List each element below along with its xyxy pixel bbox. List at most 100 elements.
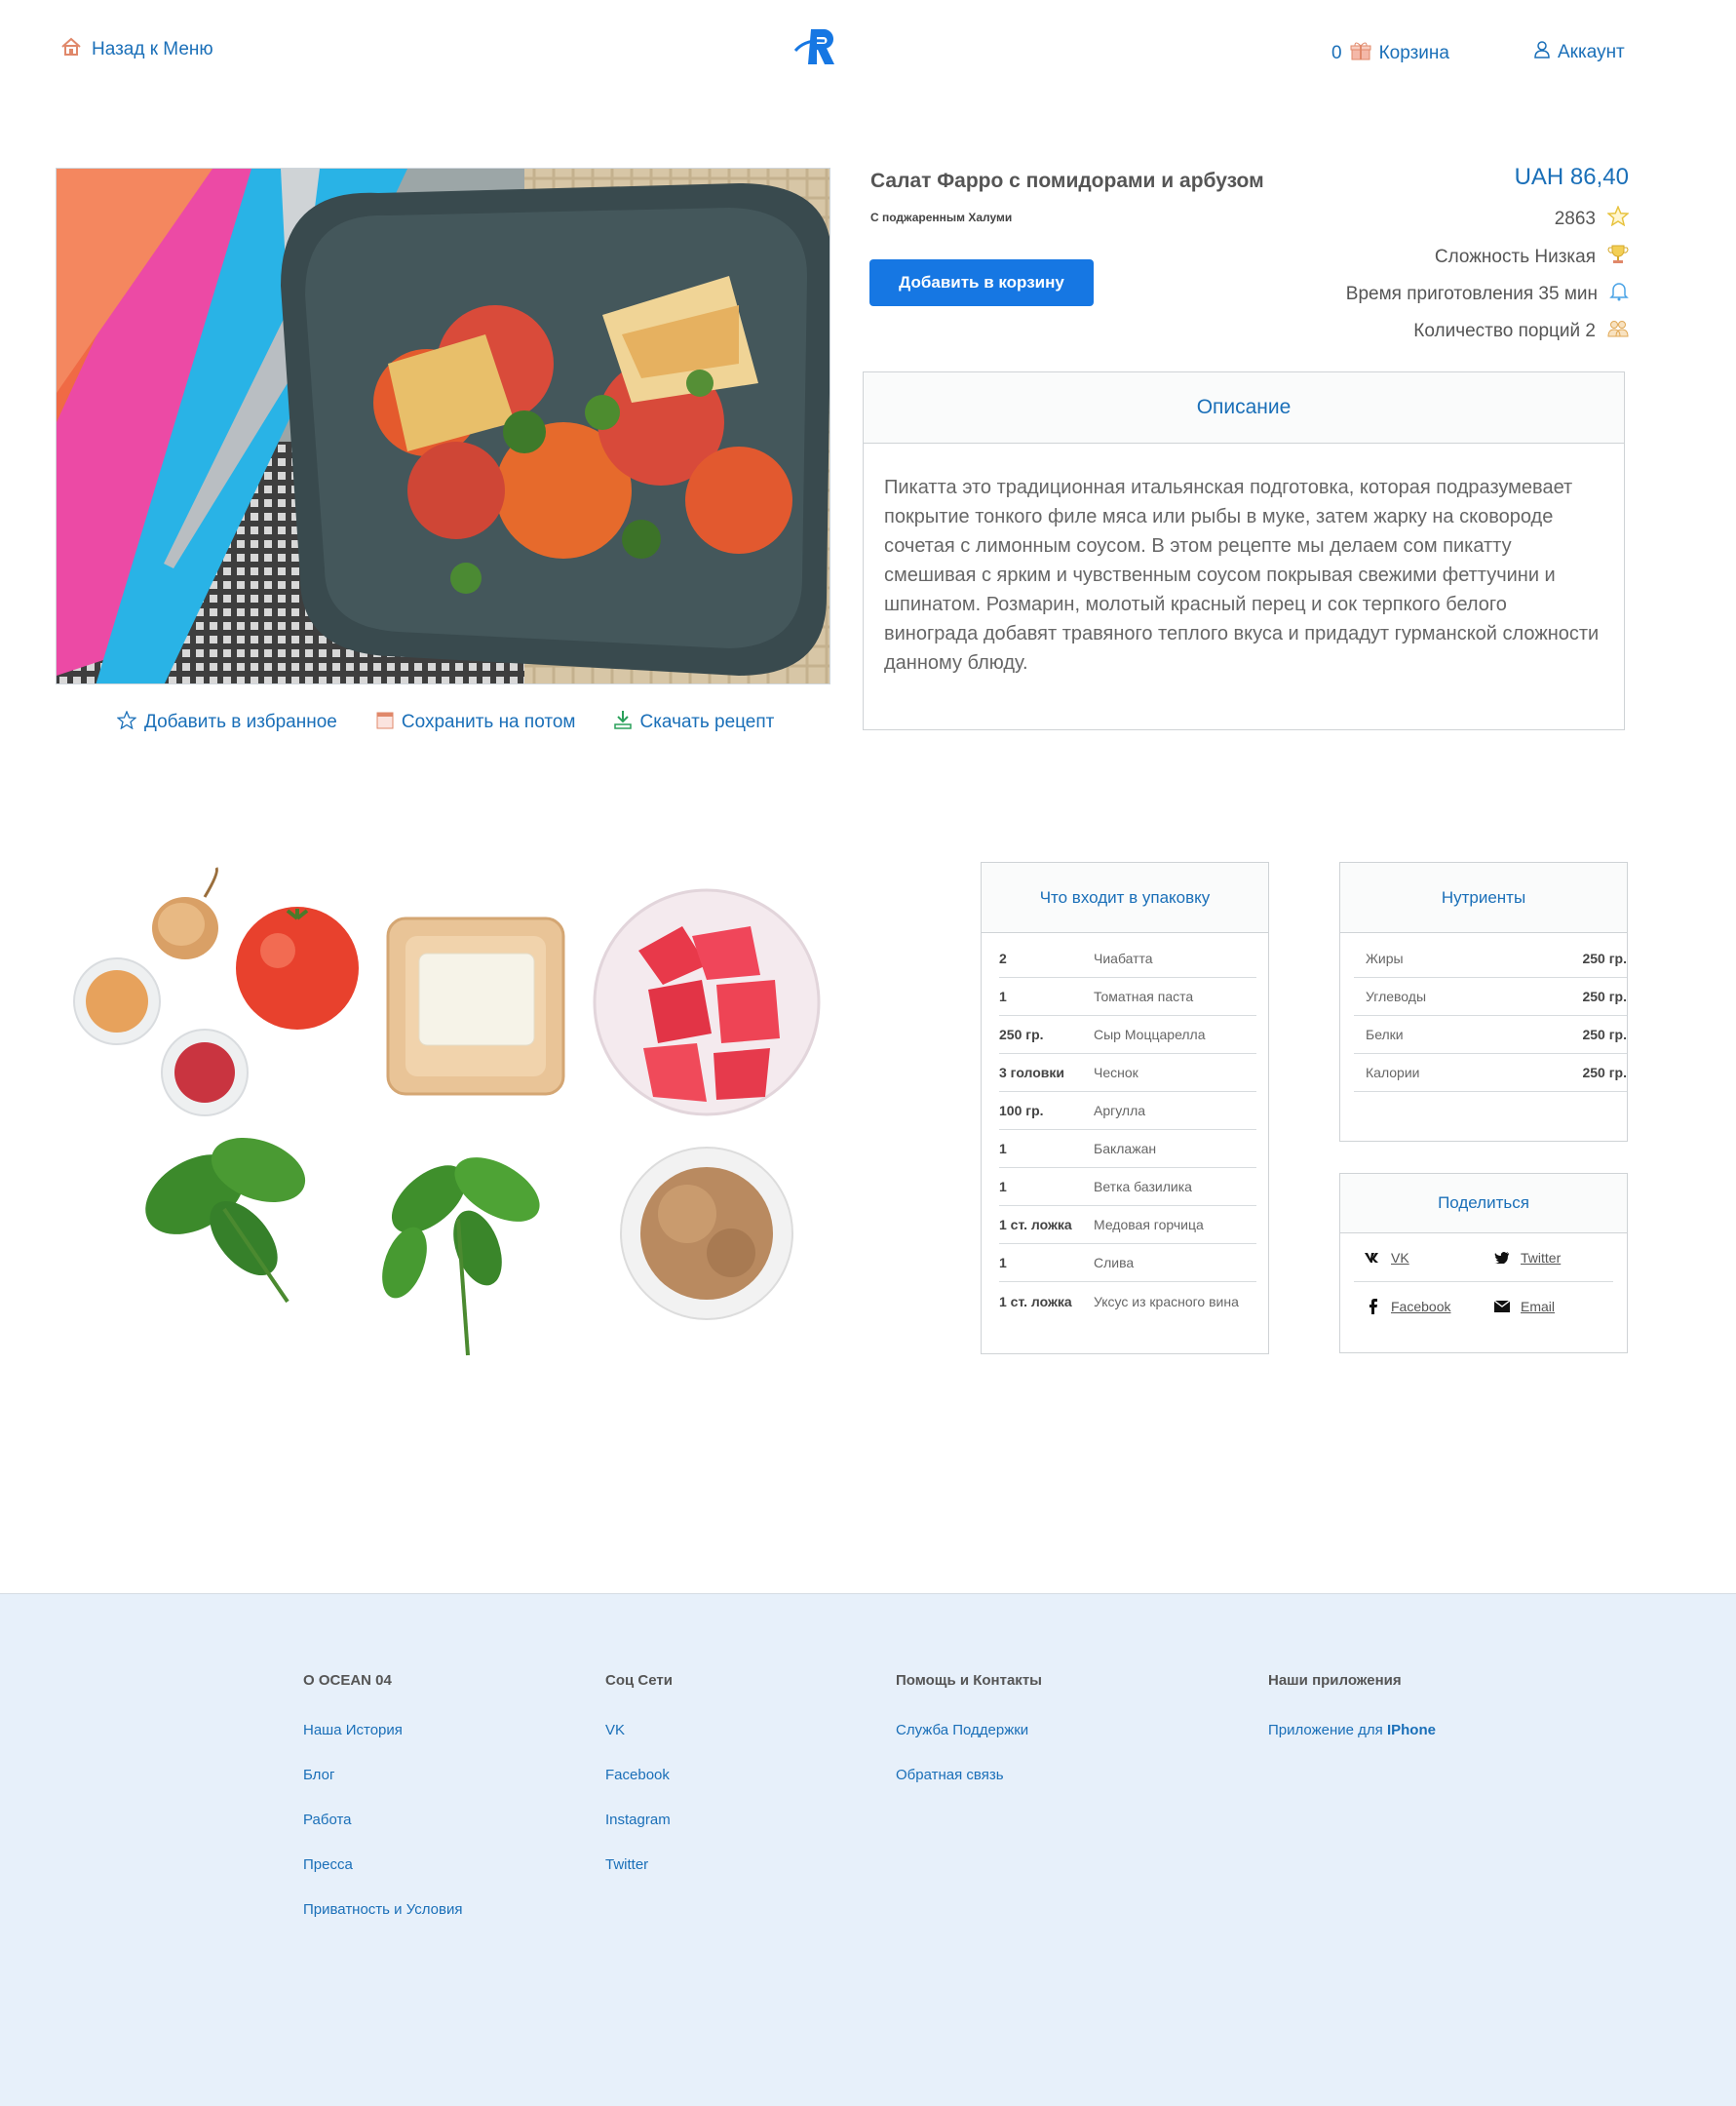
- footer-link[interactable]: Пресса: [303, 1856, 462, 1873]
- nutrient-value: 250 гр.: [1582, 1065, 1627, 1080]
- nutrient-name: Углеводы: [1366, 989, 1427, 1004]
- footer-heading: Соц Сети: [605, 1672, 673, 1689]
- footer-link[interactable]: VK: [605, 1722, 673, 1738]
- nutrient-value: 250 гр.: [1582, 951, 1627, 966]
- nutrient-name: Белки: [1366, 1027, 1404, 1042]
- footer: О OCEAN 04 Наша История Блог Работа Прес…: [0, 1593, 1736, 2106]
- recipe-actions: Добавить в избранное Сохранить на потом …: [116, 709, 774, 735]
- nutrients-heading: Нутриенты: [1340, 863, 1627, 933]
- footer-link[interactable]: Facebook: [605, 1767, 673, 1783]
- servings-row: Количество порций 2: [1413, 319, 1629, 344]
- star-icon[interactable]: [1606, 205, 1630, 232]
- difficulty-row: Сложность Низкая: [1435, 244, 1629, 270]
- footer-link[interactable]: Twitter: [605, 1856, 673, 1873]
- cart-count: 0: [1331, 43, 1342, 63]
- add-to-favorites-link[interactable]: Добавить в избранное: [116, 709, 337, 735]
- star-outline-icon: [116, 709, 137, 735]
- package-panel: Что входит в упаковку 2 Чиабатта 1 Томатна…: [981, 862, 1269, 1354]
- envelope-icon: [1484, 1301, 1521, 1312]
- add-to-favorites-label: Добавить в избранное: [144, 712, 337, 732]
- package-qty: 1: [999, 989, 1007, 1004]
- footer-app-link[interactable]: Приложение для IPhone: [1268, 1722, 1436, 1738]
- cart-link[interactable]: 0 Корзина: [1331, 41, 1449, 66]
- nutrients-panel: Нутриенты Жиры 250 гр. Углеводы 250 гр. Бе…: [1339, 862, 1628, 1142]
- footer-link[interactable]: Работа: [303, 1812, 462, 1828]
- trophy-icon: [1607, 244, 1629, 270]
- package-item-name: Баклажан: [1094, 1141, 1157, 1156]
- package-row: 1 ст. ложка Уксус из красного вина: [999, 1282, 1256, 1320]
- cook-time-row: Время приготовления 35 мин: [1346, 281, 1629, 307]
- product-title: Салат Фарро с помидорами и арбузом: [870, 170, 1264, 192]
- package-item-name: Аргулла: [1094, 1103, 1146, 1118]
- product-price: UAH 86,40: [1514, 164, 1629, 190]
- footer-heading: О OCEAN 04: [303, 1672, 392, 1689]
- logo[interactable]: [791, 25, 846, 68]
- share-twitter-link[interactable]: Twitter: [1484, 1250, 1613, 1266]
- footer-link[interactable]: Блог: [303, 1767, 462, 1783]
- package-row: 1 Ветка базилика: [999, 1168, 1256, 1206]
- footer-link[interactable]: Instagram: [605, 1812, 673, 1828]
- package-item-name: Ветка базилика: [1094, 1179, 1192, 1194]
- footer-column-about: О OCEAN 04 Наша История Блог Работа Прес…: [303, 1672, 462, 1946]
- package-row: 1 ст. ложка Медовая горчица: [999, 1206, 1256, 1244]
- description-text: Пикатта это традиционная итальянская под…: [884, 477, 1600, 674]
- share-twitter-label: Twitter: [1521, 1249, 1562, 1266]
- footer-column-apps: Наши приложения Приложение для IPhone: [1268, 1672, 1436, 1767]
- calendar-icon: [376, 711, 394, 735]
- package-item-name: Медовая горчица: [1094, 1217, 1204, 1232]
- package-qty: 1: [999, 1179, 1007, 1194]
- download-recipe-link[interactable]: Скачать рецепт: [614, 710, 774, 735]
- product-photo: [56, 168, 830, 684]
- nutrients-list: Жиры 250 гр. Углеводы 250 гр. Белки 250 гр.…: [1340, 933, 1627, 1092]
- ingredients-photo: [58, 858, 838, 1365]
- package-list: 2 Чиабатта 1 Томатная паста 250 гр. Сыр Моц…: [982, 933, 1268, 1320]
- rating-count: 2863: [1554, 208, 1596, 229]
- description-panel: Описание Пикатта это традиционная италья…: [863, 371, 1625, 730]
- nutrient-row: Калории 250 гр.: [1354, 1054, 1627, 1092]
- footer-link[interactable]: Приватность и Условия: [303, 1901, 462, 1918]
- add-to-cart-button[interactable]: Добавить в корзину: [869, 259, 1094, 306]
- footer-column-help: Помощь и Контакты Служба Поддержки Обрат…: [896, 1672, 1042, 1812]
- package-qty: 1: [999, 1141, 1007, 1156]
- footer-column-social: Соц Сети VK Facebook Instagram Twitter: [605, 1672, 673, 1901]
- save-for-later-link[interactable]: Сохранить на потом: [376, 710, 576, 735]
- nutrient-name: Жиры: [1366, 951, 1404, 966]
- package-qty: 2: [999, 951, 1007, 966]
- footer-app-brand: IPhone: [1386, 1722, 1436, 1738]
- package-qty: 1 ст. ложка: [999, 1217, 1072, 1232]
- product-subtitle: С поджаренным Халуми: [870, 211, 1013, 224]
- share-heading: Поделиться: [1340, 1174, 1627, 1233]
- account-link[interactable]: Аккаунт: [1534, 41, 1625, 64]
- vk-icon: [1354, 1252, 1391, 1263]
- user-icon: [1534, 41, 1550, 64]
- nutrient-value: 250 гр.: [1582, 989, 1627, 1004]
- share-vk-link[interactable]: VK: [1354, 1250, 1484, 1266]
- share-email-link[interactable]: Email: [1484, 1299, 1613, 1314]
- share-facebook-link[interactable]: Facebook: [1354, 1299, 1484, 1314]
- back-to-menu-link[interactable]: Назад к Меню: [60, 37, 213, 62]
- footer-link[interactable]: Обратная связь: [896, 1767, 1042, 1783]
- package-qty: 1: [999, 1255, 1007, 1270]
- account-label: Аккаунт: [1558, 42, 1625, 62]
- nutrient-row: Белки 250 гр.: [1354, 1016, 1627, 1054]
- nutrient-value: 250 гр.: [1582, 1027, 1627, 1042]
- package-row: 1 Слива: [999, 1244, 1256, 1282]
- footer-link[interactable]: Служба Поддержки: [896, 1722, 1042, 1738]
- share-email-label: Email: [1521, 1299, 1556, 1314]
- cart-label: Корзина: [1378, 43, 1449, 63]
- footer-heading: Помощь и Контакты: [896, 1672, 1042, 1689]
- bell-icon: [1609, 281, 1629, 307]
- package-item-name: Сыр Моццарелла: [1094, 1027, 1206, 1042]
- save-for-later-label: Сохранить на потом: [401, 712, 576, 732]
- footer-link[interactable]: Наша История: [303, 1722, 462, 1738]
- description-heading[interactable]: Описание: [864, 372, 1624, 444]
- package-qty: 250 гр.: [999, 1027, 1044, 1042]
- package-item-name: Томатная паста: [1094, 989, 1194, 1004]
- package-row: 250 гр. Сыр Моццарелла: [999, 1016, 1256, 1054]
- share-row: VK Twitter: [1354, 1233, 1613, 1282]
- cook-time-label: Время приготовления 35 мин: [1345, 283, 1598, 304]
- people-icon: [1607, 319, 1629, 344]
- package-qty: 3 головки: [999, 1065, 1065, 1080]
- download-icon: [614, 710, 633, 735]
- package-row: 3 головки Чеснок: [999, 1054, 1256, 1092]
